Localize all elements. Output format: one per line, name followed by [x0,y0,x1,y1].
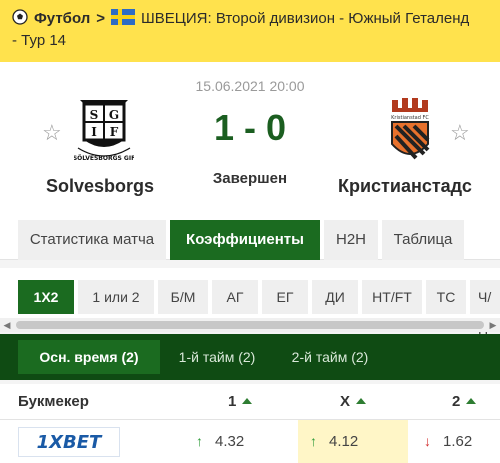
scroll-right-icon[interactable]: ▶ [486,318,500,332]
breadcrumb-round: - Тур 14 [12,32,67,49]
sort-up-icon [356,398,367,404]
market-over-under[interactable]: Б/М [158,280,208,314]
market-correct-score[interactable]: ТС [426,280,466,314]
away-team-logo: Kristianstad FC [391,98,430,160]
col-x-label: X [340,393,351,410]
market-ht-ft[interactable]: HT/FT [362,280,422,314]
market-double-chance[interactable]: ДИ [312,280,358,314]
svg-text:Kristianstad FC: Kristianstad FC [391,115,429,121]
svg-text:SÖLVESBORGS GIF: SÖLVESBORGS GIF [74,155,134,162]
breadcrumb: Футбол > ШВЕЦИЯ: Второй дивизион - Южный Г… [0,0,500,62]
odd-x-value: 4.12 [329,433,359,450]
match-header: 15.06.2021 20:00 ☆ S G I F SÖLVESBORGS G… [0,62,500,210]
market-1-or-2[interactable]: 1 или 2 [78,280,154,314]
soccer-ball-icon [12,9,28,25]
tab-h2h[interactable]: H2H [324,220,378,260]
market-asian-handicap[interactable]: АГ [212,280,258,314]
match-score: 1 - 0 [213,107,287,148]
col-1-header[interactable]: 1 [228,393,253,410]
period-tabs: Осн. время (2) 1-й тайм (2) 2-й тайм (2) [0,334,500,380]
table-row: 1XBET ↑ 4.32 ↑ 4.12 ↓ 1.62 [0,420,500,463]
bookmaker-column-header: Букмекер [18,393,89,410]
odd-2-cell[interactable]: ↓ 1.62 [424,420,500,463]
col-1-label: 1 [228,393,237,410]
away-team-name[interactable]: Кристианстадс [338,176,472,197]
odds-table-header: Букмекер 1 X 2 [0,384,500,420]
svg-text:G: G [109,108,119,122]
svg-text:S: S [90,108,99,122]
breadcrumb-sport-link[interactable]: Футбол [34,10,90,27]
odd-2-value: 1.62 [443,433,473,450]
market-scrollbar[interactable]: ◀ ▶ [0,318,500,332]
match-status: Завершен [212,170,288,187]
svg-text:I: I [91,125,97,139]
favorite-away-star-icon[interactable]: ☆ [450,120,470,146]
col-x-header[interactable]: X [340,393,367,410]
home-team-name[interactable]: Solvesborgs [46,176,154,197]
sort-up-icon [242,398,253,404]
trend-down-icon: ↓ [424,433,431,449]
period-first-half[interactable]: 1-й тайм (2) [166,340,268,374]
scroll-thumb[interactable] [16,321,484,329]
sweden-flag-icon [111,9,136,25]
svg-text:F: F [110,125,119,139]
home-team-logo: S G I F SÖLVESBORGS GIF [74,100,134,162]
scroll-left-icon[interactable]: ◀ [0,318,14,332]
market-european-handicap[interactable]: ЕГ [262,280,308,314]
match-datetime: 15.06.2021 20:00 [195,78,305,94]
odd-x-cell[interactable]: ↑ 4.12 [298,420,408,463]
match-tabs: Статистика матча Коэффициенты H2H Таблиц… [0,210,500,260]
tab-standings[interactable]: Таблица [382,220,464,260]
sort-up-icon [466,398,477,404]
odd-1-value: 4.32 [215,433,245,450]
col-2-header[interactable]: 2 [452,393,477,410]
period-full-time[interactable]: Осн. время (2) [18,340,160,374]
col-2-label: 2 [452,393,461,410]
chevron-right-icon: > [96,10,106,27]
tab-odds[interactable]: Коэффициенты [170,220,320,260]
trend-up-icon: ↑ [310,433,317,449]
market-odd-even[interactable]: Ч/Н [470,280,500,339]
period-second-half[interactable]: 2-й тайм (2) [278,340,382,374]
bookmaker-logo[interactable]: 1XBET [18,427,120,457]
trend-up-icon: ↑ [196,433,203,449]
odd-1-cell[interactable]: ↑ 4.32 [196,420,296,463]
tab-match-statistics[interactable]: Статистика матча [18,220,166,260]
breadcrumb-league-link[interactable]: ШВЕЦИЯ: Второй дивизион - Южный Геталенд [141,10,469,27]
favorite-home-star-icon[interactable]: ☆ [42,120,62,146]
market-1x2[interactable]: 1X2 [18,280,74,314]
